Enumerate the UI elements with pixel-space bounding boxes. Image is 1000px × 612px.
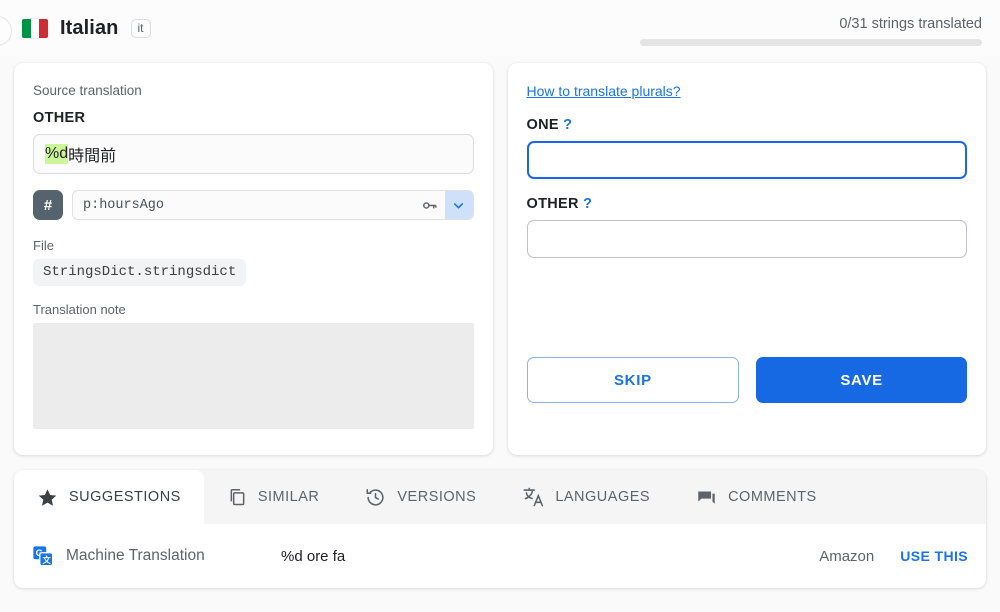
source-plural-form-label: OTHER <box>33 110 86 126</box>
plural-one-text: ONE <box>526 117 559 133</box>
source-text-box: %d 時間前 <box>33 134 474 174</box>
tab-label: SIMILAR <box>257 489 320 505</box>
main-content: Source translation OTHER %d 時間前 # p:hours… <box>0 56 1000 455</box>
action-buttons: SKIP SAVE <box>526 357 967 403</box>
svg-text:文: 文 <box>43 555 52 565</box>
google-translate-icon: G 文 <box>32 545 54 567</box>
tab-label: LANGUAGES <box>555 489 651 505</box>
chevron-down-icon[interactable] <box>444 191 473 219</box>
comment-icon <box>696 487 717 508</box>
translation-input-panel: How to translate plurals? ONE ? OTHER ? … <box>507 63 986 455</box>
string-key-row: # p:hoursAgo <box>33 190 474 220</box>
progress-bar <box>640 39 982 46</box>
suggestion-provider: Amazon <box>819 547 875 565</box>
language-name: Italian <box>60 16 119 39</box>
translation-note-area[interactable] <box>33 323 474 429</box>
hash-badge-icon: # <box>33 190 63 220</box>
suggestion-row: G 文 Machine Translation %d ore fa Amazon… <box>14 524 986 588</box>
source-text-body: 時間前 <box>68 148 117 165</box>
source-section-label: Source translation <box>33 83 142 98</box>
file-value: StringsDict.stringsdict <box>33 259 247 286</box>
top-bar: Italian it 0/31 strings translated <box>0 0 1000 56</box>
tab-similar[interactable]: SIMILAR <box>204 470 343 524</box>
translate-icon <box>522 486 544 508</box>
source-translation-panel: Source translation OTHER %d 時間前 # p:hours… <box>14 63 493 455</box>
how-to-translate-plurals-link[interactable]: How to translate plurals? <box>527 83 681 99</box>
tab-label: SUGGESTIONS <box>69 489 181 505</box>
italy-flag-icon <box>22 18 48 38</box>
tab-suggestions[interactable]: SUGGESTIONS <box>14 470 204 524</box>
tab-label: VERSIONS <box>397 489 477 505</box>
tab-bar: SUGGESTIONS SIMILAR VERSIONS LANGUAGES C… <box>14 470 986 524</box>
save-button[interactable]: SAVE <box>756 357 967 403</box>
translation-input-other[interactable] <box>526 220 967 258</box>
progress-area: 0/31 strings translated <box>566 10 986 46</box>
history-icon <box>365 487 386 508</box>
use-this-button[interactable]: USE THIS <box>900 548 968 564</box>
string-key-value: p:hoursAgo <box>83 197 165 213</box>
progress-label: 0/31 strings translated <box>839 16 982 32</box>
language-heading: Italian it <box>14 17 151 40</box>
suggestion-value: %d ore fa <box>281 547 346 565</box>
help-marker-icon-one[interactable]: ? <box>563 117 572 133</box>
plural-form-label-other: OTHER ? <box>527 196 968 212</box>
file-label: File <box>33 238 54 253</box>
tab-versions[interactable]: VERSIONS <box>342 470 499 524</box>
tab-label: COMMENTS <box>728 489 817 505</box>
help-marker-icon-other[interactable]: ? <box>583 196 592 212</box>
language-code-badge: it <box>130 18 151 38</box>
key-icon[interactable] <box>415 197 445 214</box>
suggestion-source-name: Machine Translation <box>66 547 205 564</box>
tab-comments[interactable]: COMMENTS <box>673 470 840 524</box>
translation-note-label: Translation note <box>33 302 126 317</box>
translation-input-one[interactable] <box>526 141 967 179</box>
bottom-panel: SUGGESTIONS SIMILAR VERSIONS LANGUAGES C… <box>14 470 986 588</box>
skip-button[interactable]: SKIP <box>526 357 740 403</box>
source-placeholder-token: %d <box>45 144 69 164</box>
copy-icon <box>227 487 247 507</box>
string-key-field[interactable]: p:hoursAgo <box>72 190 474 220</box>
plural-form-label-one: ONE ? <box>527 117 968 133</box>
plural-other-text: OTHER <box>526 196 579 212</box>
back-nav-circle[interactable] <box>0 16 12 46</box>
star-icon <box>37 487 58 508</box>
tab-languages[interactable]: LANGUAGES <box>499 470 673 524</box>
